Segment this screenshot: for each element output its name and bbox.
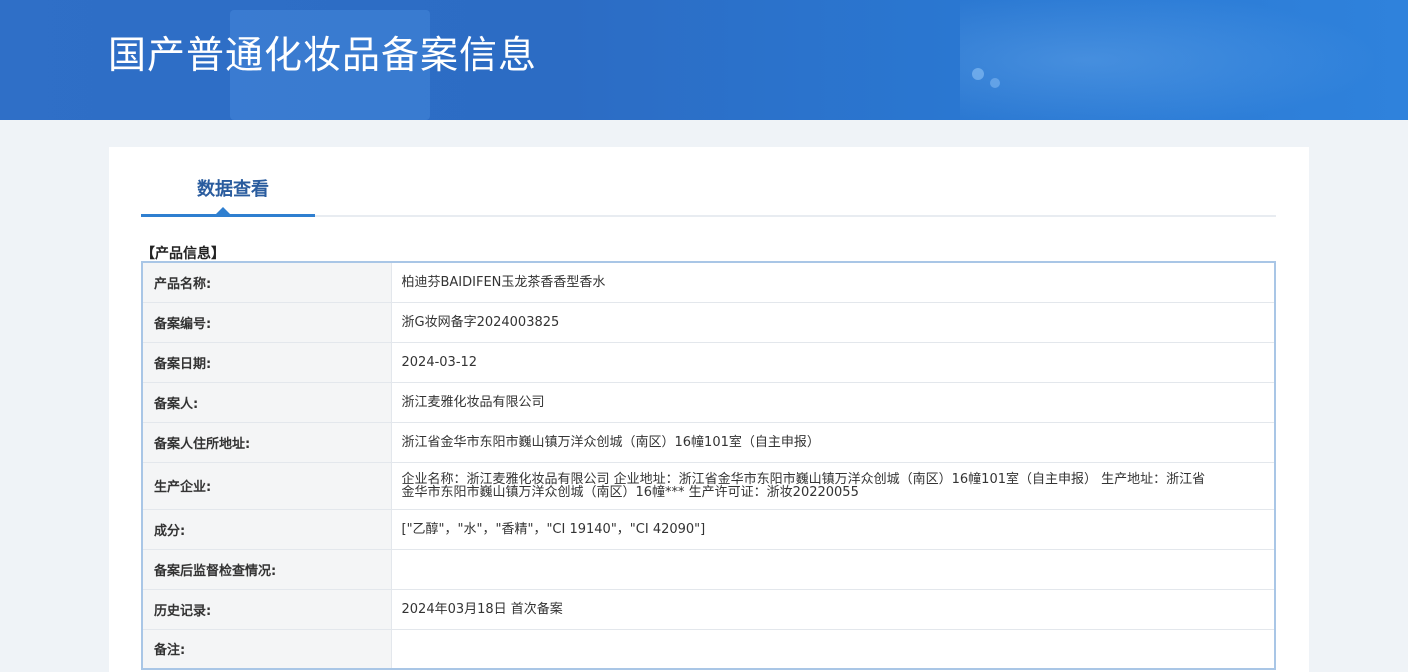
row-label: 历史记录: (141, 588, 392, 630)
row-label: 备案编号: (141, 301, 392, 343)
table-row: 产品名称: 柏迪芬BAIDIFEN玉龙茶香香型香水 (141, 261, 1276, 303)
row-value: 浙江省金华市东阳市巍山镇万洋众创城（南区）16幢101室（自主申报） (390, 421, 1276, 463)
row-label: 备案人住所地址: (141, 421, 392, 463)
header-banner: 国产普通化妆品备案信息 (0, 0, 1408, 120)
row-label: 产品名称: (141, 261, 392, 303)
row-label: 备案后监督检查情况: (141, 548, 392, 590)
section-title: 【产品信息】 (141, 246, 225, 262)
row-value (390, 628, 1276, 670)
table-row: 备案后监督检查情况: (141, 548, 1276, 590)
row-value (390, 548, 1276, 590)
table-row: 生产企业: 企业名称：浙江麦雅化妆品有限公司 企业地址：浙江省金华市东阳市巍山镇… (141, 461, 1276, 510)
active-tab-caret-icon (216, 207, 230, 214)
table-row: 历史记录: 2024年03月18日 首次备案 (141, 588, 1276, 630)
row-value: 2024年03月18日 首次备案 (390, 588, 1276, 630)
content-panel: 数据查看 【产品信息】 产品名称: 柏迪芬BAIDIFEN玉龙茶香香型香水 备案… (109, 147, 1309, 672)
row-value: 浙江麦雅化妆品有限公司 (390, 381, 1276, 423)
table-row: 备案人住所地址: 浙江省金华市东阳市巍山镇万洋众创城（南区）16幢101室（自主… (141, 421, 1276, 463)
banner-dot (990, 78, 1000, 88)
tab-label: 数据查看 (197, 179, 269, 200)
table-row: 备案人: 浙江麦雅化妆品有限公司 (141, 381, 1276, 423)
banner-dot (972, 68, 984, 80)
row-label: 备案日期: (141, 341, 392, 383)
table-row: 备案日期: 2024-03-12 (141, 341, 1276, 383)
table-row: 备案编号: 浙G妆网备字2024003825 (141, 301, 1276, 343)
row-value: 企业名称：浙江麦雅化妆品有限公司 企业地址：浙江省金华市东阳市巍山镇万洋众创城（… (390, 461, 1276, 510)
row-label: 生产企业: (141, 461, 392, 510)
table-row: 成分: ["乙醇"，"水"，"香精"，"CI 19140"，"CI 42090"… (141, 508, 1276, 550)
product-info-table: 产品名称: 柏迪芬BAIDIFEN玉龙茶香香型香水 备案编号: 浙G妆网备字20… (141, 261, 1276, 670)
row-value: 柏迪芬BAIDIFEN玉龙茶香香型香水 (390, 261, 1276, 303)
row-value: 浙G妆网备字2024003825 (390, 301, 1276, 343)
tab-data-view[interactable]: 数据查看 (141, 147, 315, 217)
tab-bar: 数据查看 (141, 147, 1276, 217)
banner-decoration (960, 0, 1380, 120)
row-value: ["乙醇"，"水"，"香精"，"CI 19140"，"CI 42090"] (390, 508, 1276, 550)
page-title: 国产普通化妆品备案信息 (108, 33, 538, 77)
row-label: 备注: (141, 628, 392, 670)
row-label: 备案人: (141, 381, 392, 423)
row-value: 2024-03-12 (390, 341, 1276, 383)
row-label: 成分: (141, 508, 392, 550)
table-row: 备注: (141, 628, 1276, 670)
